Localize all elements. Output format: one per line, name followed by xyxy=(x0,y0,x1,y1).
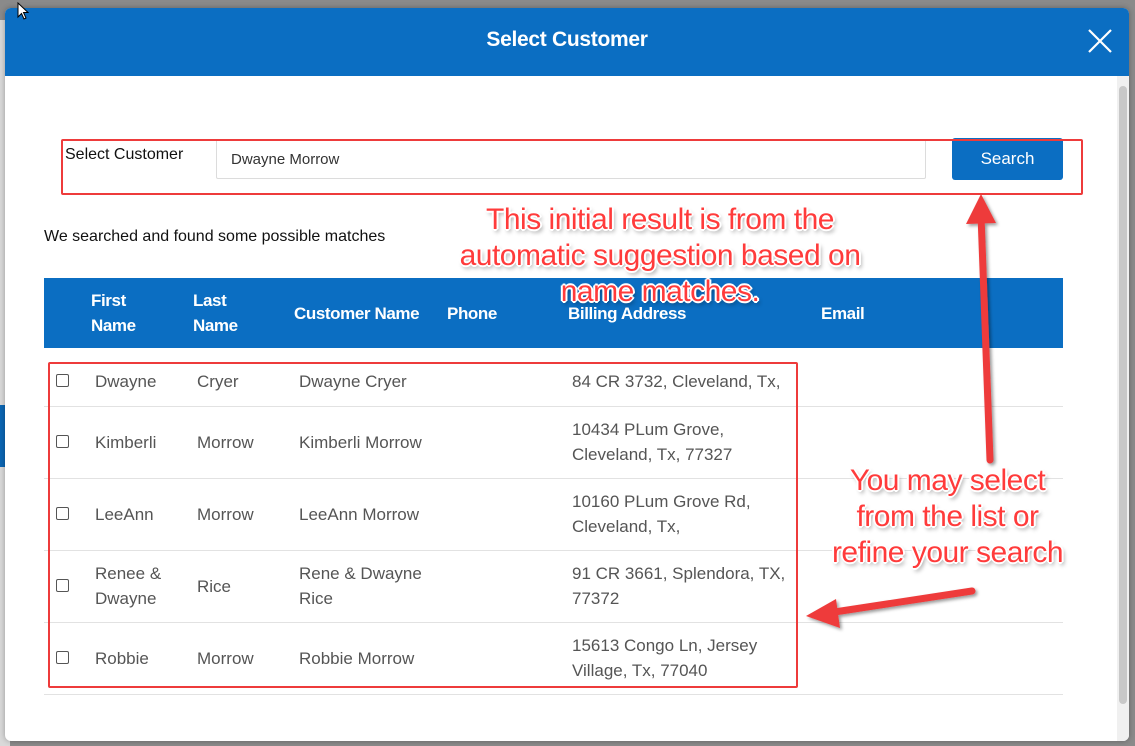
scrollbar-thumb[interactable] xyxy=(1119,86,1127,704)
column-first-name-line2: Name xyxy=(91,316,136,335)
callout-select-line1: You may select xyxy=(849,464,1046,497)
callout-initial-line1: This initial result is from the xyxy=(486,203,834,236)
close-icon[interactable] xyxy=(1085,26,1115,56)
callout-select-or-refine: You may select from the list or refine y… xyxy=(805,463,1090,571)
column-last-name-line2: Name xyxy=(193,316,238,335)
annotation-box-search xyxy=(61,139,1083,195)
column-first-name-line1: First xyxy=(91,291,126,310)
modal-header: Select Customer xyxy=(5,8,1129,76)
callout-initial-line3: name matches. xyxy=(560,275,760,308)
mouse-cursor-icon xyxy=(17,2,29,20)
column-last-name[interactable]: Last Name xyxy=(193,288,238,338)
callout-initial-line2: automatic suggestion based on xyxy=(459,239,861,272)
annotation-box-results xyxy=(48,362,798,688)
column-last-name-line1: Last xyxy=(193,291,227,310)
callout-initial-result: This initial result is from the automati… xyxy=(420,202,900,310)
column-first-name[interactable]: First Name xyxy=(91,288,136,338)
callout-select-line2: from the list or xyxy=(856,500,1039,533)
modal-title: Select Customer xyxy=(486,28,648,51)
callout-select-line3: refine your search xyxy=(831,536,1064,569)
results-message: We searched and found some possible matc… xyxy=(44,228,386,245)
column-customer-name[interactable]: Customer Name xyxy=(294,301,420,326)
